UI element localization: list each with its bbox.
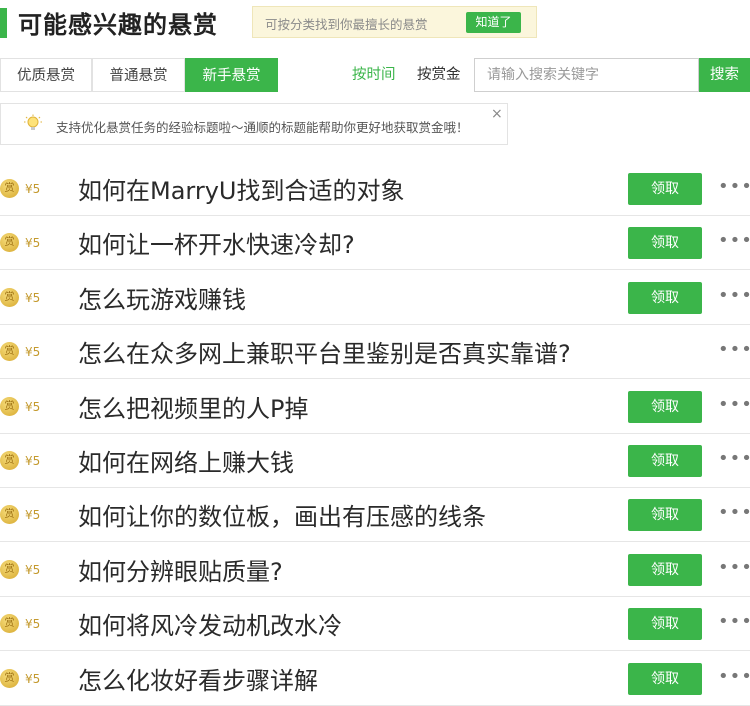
bounty-title[interactable]: 如何在网络上赚大钱 bbox=[78, 443, 294, 478]
claim-button[interactable]: 领取 bbox=[628, 554, 702, 586]
bounty-title[interactable]: 怎么在众多网上兼职平台里鉴别是否真实靠谱? bbox=[78, 334, 571, 369]
sort-by-time[interactable]: 按时间 bbox=[352, 58, 396, 92]
claim-button[interactable]: 领取 bbox=[628, 282, 702, 314]
claim-button[interactable]: 领取 bbox=[628, 663, 702, 695]
bounty-title[interactable]: 如何让你的数位板，画出有压感的线条 bbox=[78, 497, 486, 532]
more-icon[interactable]: ••• bbox=[718, 448, 750, 469]
claim-button[interactable]: 领取 bbox=[628, 499, 702, 531]
claim-button[interactable]: 领取 bbox=[628, 608, 702, 640]
reward-amount: ¥5 bbox=[25, 236, 41, 250]
hint-box: 可按分类找到你最擅长的悬赏 知道了 bbox=[252, 6, 537, 38]
more-icon[interactable]: ••• bbox=[718, 611, 750, 632]
lightbulb-icon bbox=[24, 114, 42, 130]
toolbar: 优质悬赏 普通悬赏 新手悬赏 按时间 按赏金 请输入搜索关键字 搜索 bbox=[0, 58, 750, 94]
more-icon[interactable]: ••• bbox=[718, 230, 750, 251]
reward-amount: ¥5 bbox=[25, 291, 41, 305]
tab-quality[interactable]: 优质悬赏 bbox=[0, 58, 92, 92]
more-icon[interactable]: ••• bbox=[718, 666, 750, 687]
coin-icon: 赏 bbox=[0, 669, 19, 688]
page-title: 可能感兴趣的悬赏 bbox=[18, 11, 218, 39]
list-item: 赏 ¥5 如何让一杯开水快速冷却? 领取 ••• bbox=[0, 216, 750, 270]
more-icon[interactable]: ••• bbox=[718, 339, 750, 360]
coin-icon: 赏 bbox=[0, 505, 19, 524]
claim-button[interactable]: 领取 bbox=[628, 445, 702, 477]
bounty-title[interactable]: 怎么玩游戏赚钱 bbox=[78, 280, 246, 315]
bounty-title[interactable]: 如何在MarryU找到合适的对象 bbox=[78, 171, 405, 206]
tab-normal[interactable]: 普通悬赏 bbox=[92, 58, 185, 92]
list-item: 赏 ¥5 怎么在众多网上兼职平台里鉴别是否真实靠谱? ••• bbox=[0, 325, 750, 379]
list-item: 赏 ¥5 如何在MarryU找到合适的对象 领取 ••• bbox=[0, 162, 750, 216]
bounty-title[interactable]: 如何让一杯开水快速冷却? bbox=[78, 225, 355, 260]
reward-amount: ¥5 bbox=[25, 400, 41, 414]
coin-icon: 赏 bbox=[0, 179, 19, 198]
search-button[interactable]: 搜索 bbox=[699, 58, 750, 92]
reward-amount: ¥5 bbox=[25, 345, 41, 359]
bounty-title[interactable]: 如何将风冷发动机改水冷 bbox=[78, 606, 342, 641]
got-it-button[interactable]: 知道了 bbox=[466, 12, 521, 33]
reward-amount: ¥5 bbox=[25, 563, 41, 577]
list-item: 赏 ¥5 如何分辨眼贴质量? 领取 ••• bbox=[0, 543, 750, 597]
notice-text: 支持优化悬赏任务的经验标题啦～通顺的标题能帮助你更好地获取赏金哦！ bbox=[56, 120, 469, 135]
reward-amount: ¥5 bbox=[25, 672, 41, 686]
sort-by-reward[interactable]: 按赏金 bbox=[417, 58, 461, 92]
coin-icon: 赏 bbox=[0, 233, 19, 252]
coin-icon: 赏 bbox=[0, 288, 19, 307]
reward-amount: ¥5 bbox=[25, 454, 41, 468]
list-item: 赏 ¥5 如何将风冷发动机改水冷 领取 ••• bbox=[0, 597, 750, 651]
reward-amount: ¥5 bbox=[25, 508, 41, 522]
list-item: 赏 ¥5 如何在网络上赚大钱 领取 ••• bbox=[0, 434, 750, 488]
reward-amount: ¥5 bbox=[25, 617, 41, 631]
claim-button[interactable]: 领取 bbox=[628, 227, 702, 259]
reward-amount: ¥5 bbox=[25, 182, 41, 196]
coin-icon: 赏 bbox=[0, 342, 19, 361]
more-icon[interactable]: ••• bbox=[718, 557, 750, 578]
close-icon[interactable]: × bbox=[491, 106, 503, 122]
coin-icon: 赏 bbox=[0, 451, 19, 470]
header: 可能感兴趣的悬赏 可按分类找到你最擅长的悬赏 知道了 bbox=[0, 0, 750, 45]
more-icon[interactable]: ••• bbox=[718, 176, 750, 197]
bounty-title[interactable]: 怎么把视频里的人P掉 bbox=[78, 389, 308, 424]
bounty-title[interactable]: 如何分辨眼贴质量? bbox=[78, 552, 283, 587]
bounty-title[interactable]: 怎么化妆好看步骤详解 bbox=[78, 661, 318, 696]
notice-banner: 支持优化悬赏任务的经验标题啦～通顺的标题能帮助你更好地获取赏金哦！ × bbox=[0, 103, 508, 145]
coin-icon: 赏 bbox=[0, 560, 19, 579]
list-item: 赏 ¥5 怎么玩游戏赚钱 领取 ••• bbox=[0, 271, 750, 325]
coin-icon: 赏 bbox=[0, 614, 19, 633]
search-input[interactable]: 请输入搜索关键字 bbox=[474, 58, 699, 92]
header-accent-bar bbox=[0, 8, 7, 38]
claim-button[interactable]: 领取 bbox=[628, 173, 702, 205]
coin-icon: 赏 bbox=[0, 397, 19, 416]
more-icon[interactable]: ••• bbox=[718, 394, 750, 415]
list-item: 赏 ¥5 如何让你的数位板，画出有压感的线条 领取 ••• bbox=[0, 488, 750, 542]
list-item: 赏 ¥5 怎么把视频里的人P掉 领取 ••• bbox=[0, 380, 750, 434]
list-item: 赏 ¥5 怎么化妆好看步骤详解 领取 ••• bbox=[0, 652, 750, 706]
more-icon[interactable]: ••• bbox=[718, 502, 750, 523]
more-icon[interactable]: ••• bbox=[718, 285, 750, 306]
claim-button[interactable]: 领取 bbox=[628, 391, 702, 423]
hint-text: 可按分类找到你最擅长的悬赏 bbox=[265, 17, 428, 32]
tab-newbie[interactable]: 新手悬赏 bbox=[185, 58, 278, 92]
